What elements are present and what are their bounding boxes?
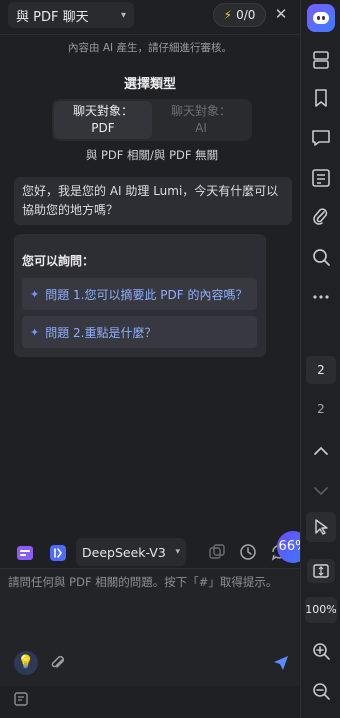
type-option-target: PDF: [91, 121, 115, 135]
zoom-level[interactable]: 100%: [305, 597, 337, 623]
chat-input[interactable]: [8, 574, 298, 634]
copy-icon[interactable]: [208, 543, 226, 561]
suggestion-item[interactable]: ✦ 問題 2.重點是什麼？: [22, 316, 257, 348]
form-field-icon[interactable]: [310, 167, 332, 189]
page-layout-icon[interactable]: [310, 49, 332, 71]
total-pages: 2: [317, 402, 325, 416]
right-sidebar: 2 2 100%: [300, 0, 340, 718]
bookmark-icon[interactable]: [310, 87, 332, 109]
robot-eye: [317, 16, 320, 20]
close-icon[interactable]: ✕: [272, 5, 290, 23]
model-select[interactable]: DeepSeek-V3 ▾: [76, 538, 186, 566]
robot-eye: [322, 16, 325, 20]
chevron-down-icon: ▾: [175, 547, 180, 557]
send-icon[interactable]: [272, 654, 290, 672]
zoom-out-icon[interactable]: [310, 680, 332, 702]
search-icon[interactable]: [310, 246, 332, 268]
assistant-greeting: 您好，我是您的 AI 助理 Lumi，今天有什麼可以協助您的地方嗎？: [14, 177, 292, 225]
chevron-down-icon: ▾: [120, 9, 126, 21]
current-page-input[interactable]: 2: [306, 356, 336, 384]
fit-page-icon: [313, 564, 329, 578]
robot-face: [313, 12, 329, 24]
sparkle-icon: ✦: [30, 325, 40, 339]
cursor-icon: [315, 519, 328, 535]
zoom-in-icon[interactable]: [310, 640, 332, 662]
suggestion-text: 問題 1.您可以摘要此 PDF 的內容嗎？: [45, 287, 248, 302]
suggestion-heading: 您可以詢問：: [22, 254, 95, 268]
chat-mode-select[interactable]: 與 PDF 聊天 ▾: [8, 2, 134, 28]
type-description: 與 PDF 相關/與 PDF 無關: [85, 148, 219, 162]
credit-count: 0/0: [236, 8, 256, 22]
suggestion-text: 問題 2.重點是什麼？: [45, 325, 157, 340]
type-option-label: 聊天對象：: [170, 104, 231, 118]
app-root: 與 PDF 聊天 ▾ ⚡ 0/0 ✕ 內容由 AI 產生，請仔細進行審核。 選擇…: [0, 0, 340, 718]
lightbulb-icon[interactable]: 💡: [14, 651, 38, 675]
type-option-pdf[interactable]: 聊天對象： PDF: [54, 101, 152, 139]
comment-icon[interactable]: [310, 127, 332, 149]
ai-notice: 內容由 AI 產生，請仔細進行審核。: [68, 42, 232, 54]
chat-type-toggle: 聊天對象： PDF 聊天對象： AI: [52, 99, 252, 141]
divider: [0, 34, 300, 35]
sparkle-icon: ✦: [30, 287, 40, 301]
choose-type-title: 選擇類型: [123, 77, 176, 92]
chat-mode-label: 與 PDF 聊天: [16, 9, 89, 25]
history-icon[interactable]: [239, 543, 257, 561]
suggestion-item[interactable]: ✦ 問題 1.您可以摘要此 PDF 的內容嗎？: [22, 278, 257, 310]
document-icon[interactable]: [13, 691, 29, 707]
chevron-up-icon[interactable]: [310, 440, 332, 462]
type-option-target: AI: [195, 121, 207, 135]
ai-assistant-icon[interactable]: [307, 4, 335, 32]
prompt-library-icon[interactable]: [16, 544, 34, 562]
chat-panel: 與 PDF 聊天 ▾ ⚡ 0/0 ✕ 內容由 AI 產生，請仔細進行審核。 選擇…: [0, 0, 309, 718]
ai-model-icon[interactable]: [49, 544, 67, 562]
attachment-icon[interactable]: [310, 206, 332, 228]
type-option-ai[interactable]: 聊天對象： AI: [152, 101, 250, 139]
more-icon[interactable]: [310, 286, 332, 308]
credit-badge[interactable]: ⚡ 0/0: [213, 3, 266, 27]
attach-icon[interactable]: [49, 654, 67, 672]
type-option-label: 聊天對象：: [72, 104, 133, 118]
suggestion-card: 您可以詢問： ✦ 問題 1.您可以摘要此 PDF 的內容嗎？ ✦ 問題 2.重點…: [14, 234, 266, 357]
chat-topbar: 與 PDF 聊天 ▾ ⚡ 0/0 ✕: [0, 0, 300, 32]
select-tool-button[interactable]: [306, 512, 336, 542]
model-name: DeepSeek-V3: [82, 544, 166, 560]
lightning-icon: ⚡: [223, 8, 233, 22]
chevron-down-icon[interactable]: [310, 480, 332, 502]
fit-page-button[interactable]: [307, 559, 335, 583]
